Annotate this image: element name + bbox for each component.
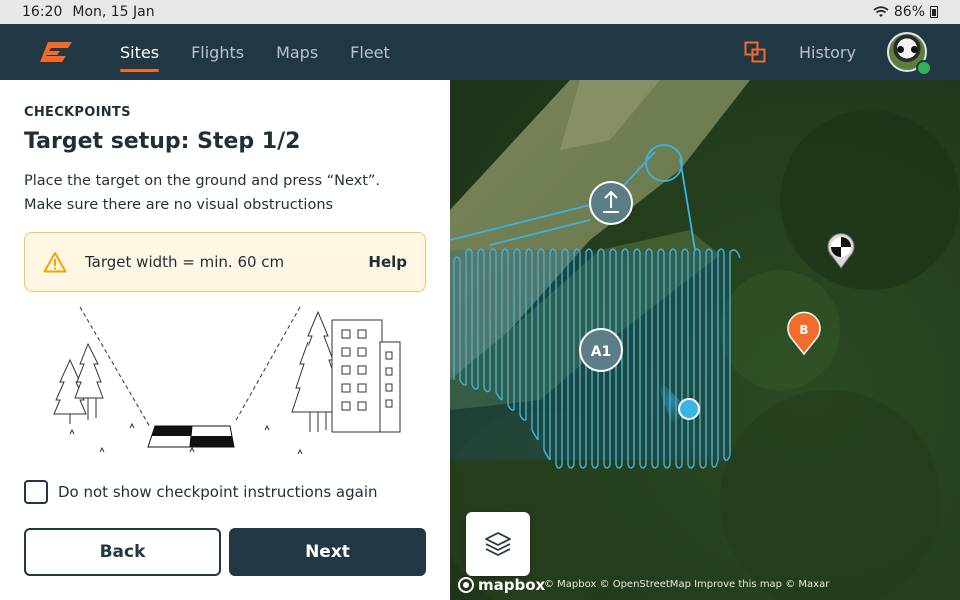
instructions-line-1: Place the target on the ground and press… bbox=[24, 173, 381, 189]
area-marker-a1[interactable]: A1 bbox=[579, 328, 623, 372]
instructions-line-2: Make sure there are no visual obstructio… bbox=[24, 197, 334, 213]
online-status-badge bbox=[916, 60, 932, 76]
status-date: Mon, 15 Jan bbox=[72, 4, 155, 20]
target-width-alert: Target width = min. 60 cm Help bbox=[24, 232, 426, 292]
next-button[interactable]: Next bbox=[229, 528, 426, 576]
help-link[interactable]: Help bbox=[368, 253, 407, 271]
page-title: Target setup: Step 1/2 bbox=[24, 129, 301, 154]
dont-show-again-checkbox[interactable] bbox=[24, 480, 48, 504]
status-bar: 16:20 Mon, 15 Jan 86% bbox=[0, 0, 960, 24]
copy-window-icon[interactable] bbox=[744, 41, 766, 63]
dont-show-again-label[interactable]: Do not show checkpoint instructions agai… bbox=[58, 483, 378, 501]
svg-text:A1: A1 bbox=[591, 344, 612, 360]
mapbox-wordmark: mapbox bbox=[478, 576, 546, 594]
mapbox-logo[interactable]: mapbox bbox=[458, 576, 545, 594]
instructions-text: Place the target on the ground and press… bbox=[24, 169, 424, 217]
target-placement-illustration bbox=[53, 306, 401, 455]
wifi-icon bbox=[873, 6, 889, 17]
app-logo-icon[interactable] bbox=[38, 40, 74, 64]
tab-sites[interactable]: Sites bbox=[120, 24, 160, 80]
tab-flights[interactable]: Flights bbox=[191, 24, 244, 80]
top-navigation: Sites Flights Maps Fleet History bbox=[0, 24, 960, 80]
checkpoint-panel: CHECKPOINTS Target setup: Step 1/2 Place… bbox=[0, 80, 450, 600]
alert-text: Target width = min. 60 cm bbox=[85, 253, 285, 271]
dont-show-again-row[interactable]: Do not show checkpoint instructions agai… bbox=[24, 480, 378, 504]
layers-icon bbox=[485, 532, 511, 556]
tab-maps[interactable]: Maps bbox=[276, 24, 318, 80]
nav-tabs: Sites Flights Maps Fleet bbox=[120, 24, 390, 80]
battery-percent: 86% bbox=[893, 4, 925, 20]
tab-fleet[interactable]: Fleet bbox=[350, 24, 390, 80]
status-indicators: 86% bbox=[873, 4, 938, 20]
back-button[interactable]: Back bbox=[24, 528, 221, 576]
map-attribution[interactable]: © Mapbox © OpenStreetMap Improve this ma… bbox=[544, 579, 829, 590]
status-time: 16:20 bbox=[22, 4, 63, 20]
warning-icon bbox=[43, 252, 67, 273]
section-eyebrow: CHECKPOINTS bbox=[24, 105, 131, 120]
history-link[interactable]: History bbox=[799, 24, 856, 80]
map-layers-button[interactable] bbox=[466, 512, 530, 576]
mapbox-icon bbox=[458, 577, 474, 593]
checkerboard-target bbox=[147, 425, 235, 448]
map-view[interactable]: A1 B mapbox © Mapbox © OpenStreetMap Imp… bbox=[450, 80, 960, 600]
upload-icon[interactable] bbox=[589, 181, 633, 225]
drone-position-icon bbox=[678, 398, 700, 420]
svg-text:B: B bbox=[799, 323, 808, 337]
battery-icon bbox=[930, 6, 938, 18]
